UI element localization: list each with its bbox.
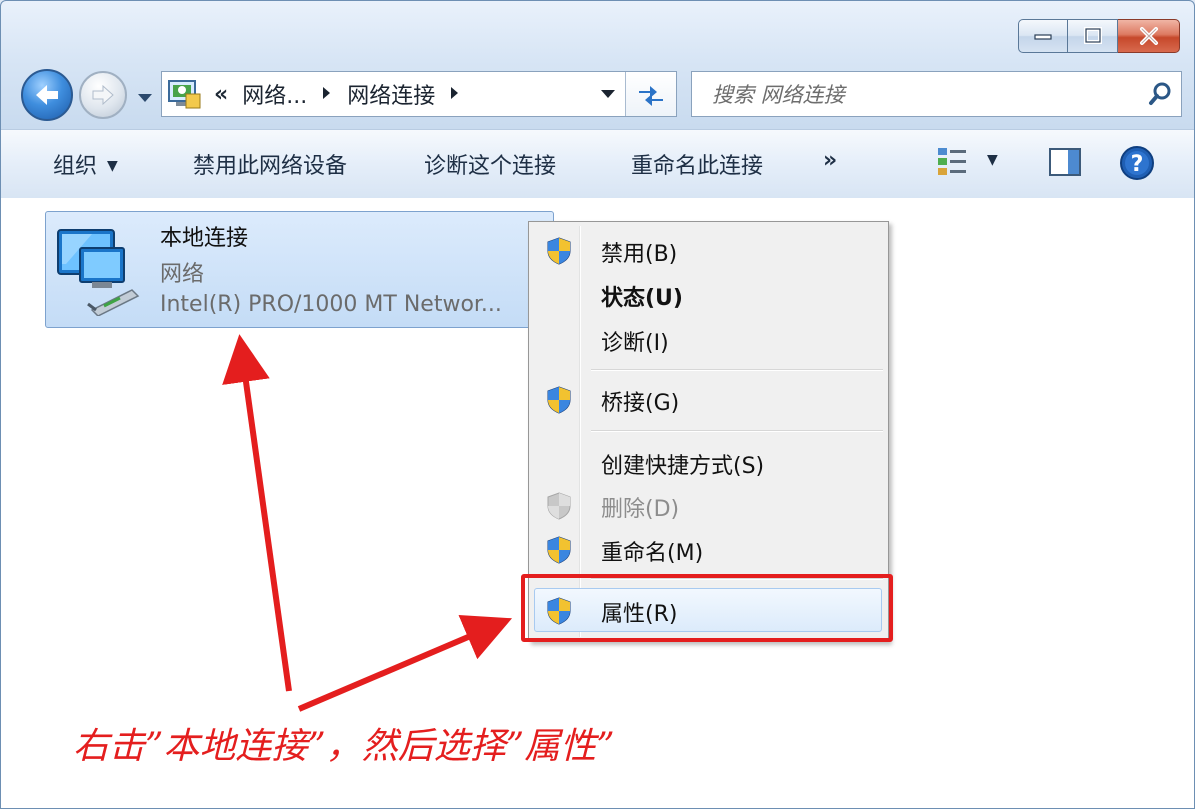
organize-label: 组织 [53, 154, 98, 179]
minimize-button[interactable] [1018, 19, 1068, 53]
uac-shield-icon [547, 237, 571, 265]
uac-shield-disabled-icon [547, 492, 571, 520]
rename-connection-button[interactable]: 重命名此连接 [631, 148, 763, 180]
explorer-window: « 网络... 网络连接 搜索 网络连接 组织 ▼ 禁用此网络设备 诊断这个连接 … [0, 0, 1195, 809]
command-bar: 组织 ▼ 禁用此网络设备 诊断这个连接 重命名此连接 » [1, 129, 1194, 199]
minimize-icon [1034, 34, 1052, 40]
breadcrumb-network[interactable]: 网络... [242, 78, 307, 110]
forward-button[interactable] [79, 71, 127, 119]
search-box[interactable]: 搜索 网络连接 [691, 71, 1182, 117]
chevron-down-icon: ▼ [987, 152, 998, 168]
caption-buttons [1018, 19, 1180, 53]
network-folder-icon [168, 80, 201, 109]
chevron-down-icon: ▼ [107, 158, 118, 174]
menu-separator [591, 369, 883, 371]
view-options-dropdown[interactable]: ▼ [987, 152, 998, 168]
forward-arrow-icon [92, 84, 114, 106]
change-view-button[interactable] [935, 145, 971, 183]
network-adapter-icon [57, 229, 140, 316]
local-connection-item[interactable]: 本地连接 网络 Intel(R) PRO/1000 MT Networ... [45, 211, 554, 328]
menu-item-diagnose[interactable]: 诊断(I) [529, 319, 888, 359]
connection-name: 本地连接 [160, 226, 249, 251]
back-arrow-icon [36, 85, 58, 105]
menu-item-label: 桥接(G) [601, 391, 680, 416]
breadcrumb-separator[interactable] [449, 85, 459, 104]
menu-item-delete[interactable]: 删除(D) [529, 485, 888, 525]
svg-text:?: ? [1131, 152, 1144, 177]
more-commands-button[interactable]: » [823, 148, 837, 173]
organize-menu-button[interactable]: 组织 ▼ [53, 148, 118, 180]
annotation-highlight-box [521, 574, 893, 642]
preview-pane-icon [1049, 148, 1081, 176]
refresh-button[interactable] [625, 72, 676, 116]
preview-pane-button[interactable] [1048, 147, 1082, 181]
connection-type: 网络 [160, 262, 205, 287]
view-details-icon [938, 148, 966, 175]
annotation-caption: 右击”本地连接”，然后选择”属性” [73, 726, 615, 767]
menu-item-label: 状态(U) [601, 286, 683, 311]
breadcrumb-separator[interactable] [321, 85, 331, 104]
chevron-right-icon [451, 86, 459, 99]
chevron-right-icon [323, 86, 331, 99]
chevron-down-icon [138, 94, 152, 102]
overflow-chevron[interactable]: « [214, 82, 228, 107]
refresh-icon [639, 86, 663, 106]
maximize-button[interactable] [1068, 19, 1118, 53]
maximize-icon [1083, 27, 1102, 44]
menu-item-label: 禁用(B) [601, 242, 678, 267]
connection-device: Intel(R) PRO/1000 MT Networ... [160, 292, 502, 317]
help-icon: ? [1120, 146, 1154, 180]
chevron-down-icon [601, 90, 615, 98]
address-history-dropdown[interactable] [590, 72, 626, 116]
menu-item-bridge[interactable]: 桥接(G) [529, 379, 888, 419]
disable-device-button[interactable]: 禁用此网络设备 [193, 148, 347, 180]
menu-item-label: 删除(D) [601, 497, 680, 522]
close-button[interactable] [1118, 19, 1180, 53]
menu-item-rename[interactable]: 重命名(M) [529, 529, 888, 569]
menu-item-status[interactable]: 状态(U) [529, 274, 888, 314]
breadcrumb-network-connections[interactable]: 网络连接 [347, 78, 435, 110]
help-button[interactable]: ? [1119, 145, 1155, 185]
menu-item-create-shortcut[interactable]: 创建快捷方式(S) [529, 442, 888, 482]
search-input[interactable]: 搜索 网络连接 [712, 79, 1141, 109]
menu-item-label: 重命名(M) [601, 541, 704, 566]
uac-shield-icon [547, 536, 571, 564]
menu-item-label: 创建快捷方式(S) [601, 454, 765, 479]
search-icon [1149, 82, 1171, 105]
close-icon [1139, 27, 1158, 45]
menu-separator [591, 430, 883, 432]
diagnose-connection-button[interactable]: 诊断这个连接 [424, 148, 556, 180]
back-button[interactable] [21, 69, 73, 121]
uac-shield-icon [547, 386, 571, 414]
menu-item-disable[interactable]: 禁用(B) [529, 230, 888, 270]
address-bar[interactable]: « 网络... 网络连接 [161, 71, 677, 117]
menu-item-label: 诊断(I) [601, 331, 669, 356]
search-button[interactable] [1141, 81, 1181, 107]
recent-pages-dropdown[interactable] [136, 89, 154, 108]
